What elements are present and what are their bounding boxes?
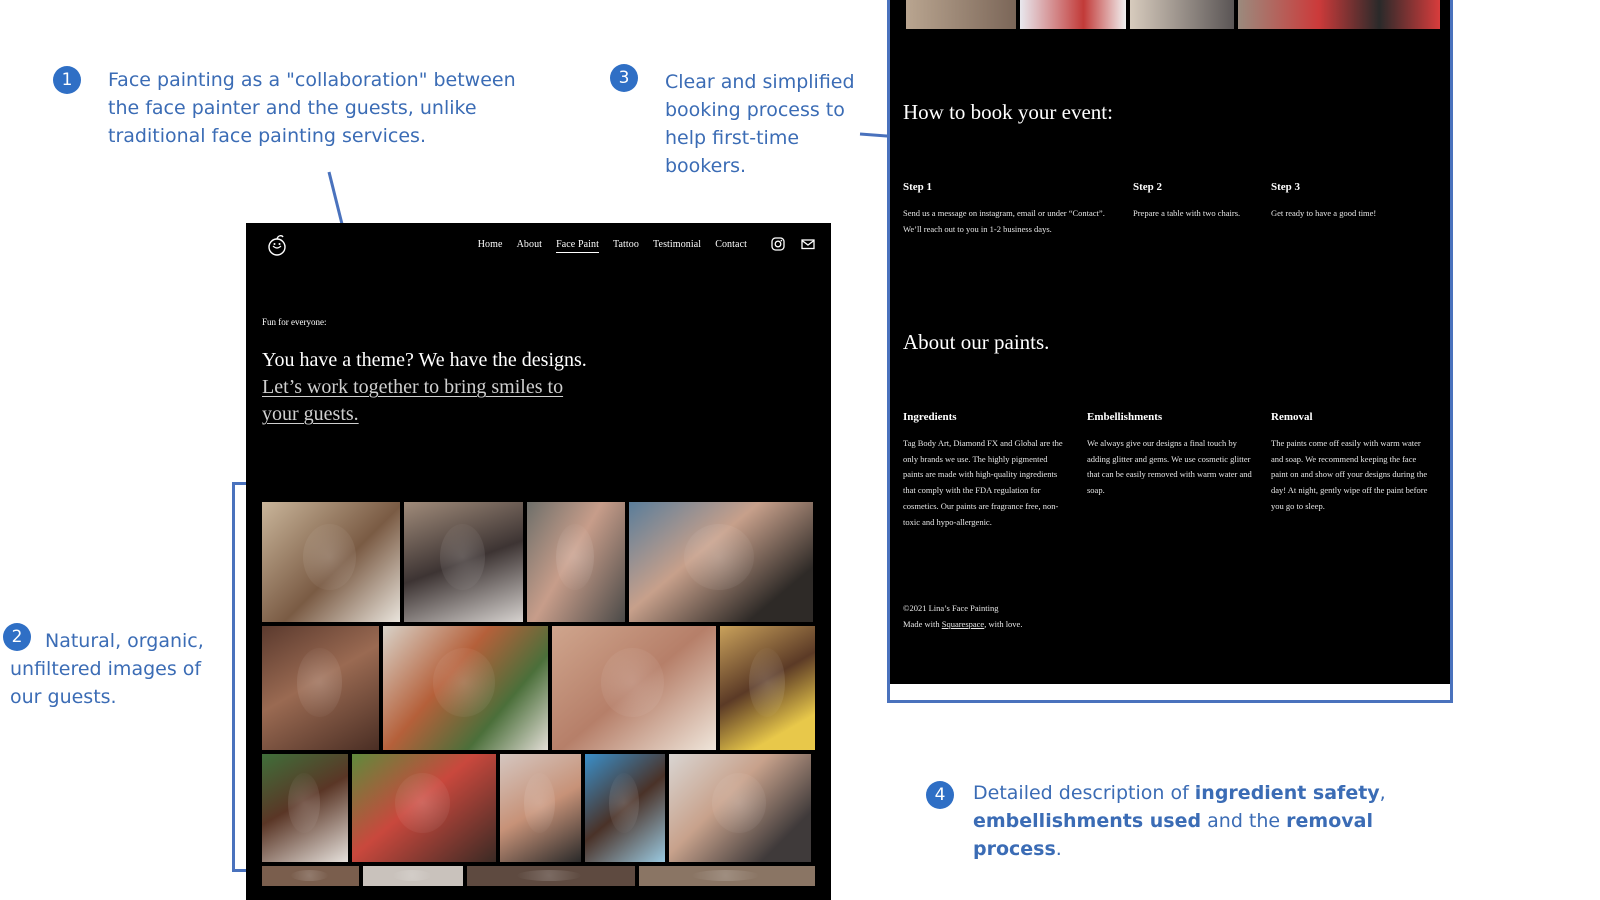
booking-page: How to book your event: Step 1 Send us a… (887, 0, 1453, 703)
annotation-badge-1: 1 (53, 66, 81, 94)
annotation-1: Face painting as a "collaboration" betwe… (108, 69, 516, 147)
gallery-photo[interactable] (363, 866, 463, 886)
gallery-photo[interactable] (669, 754, 811, 862)
squarespace-link[interactable]: Squarespace (942, 619, 984, 629)
photo-gallery (262, 502, 815, 890)
gallery-photo[interactable] (1238, 0, 1440, 29)
ingredients-title: Ingredients (903, 411, 957, 423)
annotation-4-text-4: . (1055, 838, 1062, 860)
annotation-4-text-3: and the (1201, 810, 1287, 832)
step-1-text: Send us a message on instagram, email or… (903, 208, 1105, 234)
booking-heading: How to book your event: (903, 100, 1113, 124)
footer-copyright: ©2021 Lina’s Face Painting (903, 603, 999, 613)
annotation-2-text: Natural, organic, unfiltered images of o… (10, 630, 204, 708)
gallery-photo[interactable] (383, 626, 548, 750)
annotation-2: Natural, organic, unfiltered images of o… (10, 627, 225, 711)
annotation-4-bold-2: embellishments used (973, 810, 1202, 832)
instagram-icon[interactable] (771, 237, 785, 251)
gallery-photo[interactable] (552, 626, 716, 750)
footer-made-with: Made with Squarespace, with love. (903, 616, 1203, 632)
step-2-text: Prepare a table with two chairs. (1133, 208, 1241, 218)
annotation-badge-3: 3 (610, 64, 638, 92)
removal-text: The paints come off easily with warm wat… (1271, 438, 1428, 511)
annotation-4: Detailed description of ingredient safet… (973, 779, 1443, 863)
gallery-photo[interactable] (262, 626, 379, 750)
gallery-photo[interactable] (1020, 0, 1126, 29)
annotation-4-bold-1: ingredient safety (1194, 782, 1380, 804)
annotation-4-text-2: , (1379, 782, 1386, 804)
eyebrow-text: Fun for everyone: (262, 317, 327, 327)
gallery-photo[interactable] (500, 754, 581, 862)
gallery-photo[interactable] (352, 754, 496, 862)
face-paint-page: Home About Face Paint Tattoo Testimonial… (246, 223, 831, 900)
gallery-photo[interactable] (629, 502, 813, 622)
removal-title: Removal (1271, 411, 1313, 423)
social-icons (771, 237, 815, 251)
nav-about[interactable]: About (517, 239, 543, 253)
ingredients-text: Tag Body Art, Diamond FX and Global are … (903, 438, 1063, 527)
nav-contact[interactable]: Contact (715, 239, 747, 253)
annotation-badge-4: 4 (926, 781, 954, 809)
gallery-photo[interactable] (1130, 0, 1234, 29)
gallery-photo[interactable] (466, 866, 636, 886)
step-3-text: Get ready to have a good time! (1271, 208, 1377, 218)
step-1-title: Step 1 (903, 181, 933, 193)
footer-tail-text: , with love. (984, 619, 1023, 629)
gallery-photo[interactable] (906, 0, 1016, 29)
annotation-3: Clear and simplified booking process to … (665, 71, 855, 177)
gallery-photo[interactable] (262, 754, 348, 862)
logo-icon[interactable] (266, 233, 288, 257)
footer: ©2021 Lina’s Face Painting Made with Squ… (903, 600, 1203, 632)
main-nav: Home About Face Paint Tattoo Testimonial… (478, 239, 747, 253)
paints-heading: About our paints. (903, 330, 1050, 354)
annotation-4-text-1: Detailed description of (973, 782, 1195, 804)
gallery-photo[interactable] (527, 502, 625, 622)
page-bottom-strip (890, 684, 1450, 700)
nav-testimonial[interactable]: Testimonial (653, 239, 701, 253)
footer-made-text: Made with (903, 619, 942, 629)
nav-tattoo[interactable]: Tattoo (613, 239, 639, 253)
headline-link[interactable]: Let’s work together to bring smiles to y… (262, 376, 563, 425)
gallery-photo[interactable] (262, 866, 360, 886)
gallery-photo[interactable] (404, 502, 523, 622)
nav-face-paint[interactable]: Face Paint (556, 239, 599, 253)
step-2-title: Step 2 (1133, 181, 1163, 193)
gallery-photo[interactable] (262, 502, 400, 622)
gallery-photo[interactable] (639, 866, 815, 886)
mail-icon[interactable] (801, 237, 815, 251)
step-3-title: Step 3 (1271, 181, 1301, 193)
embellishments-text: We always give our designs a final touch… (1087, 438, 1252, 496)
headline-text: You have a theme? We have the designs. (262, 349, 587, 371)
embellishments-title: Embellishments (1087, 411, 1163, 423)
gallery-photo[interactable] (585, 754, 665, 862)
nav-home[interactable]: Home (478, 239, 503, 253)
gallery-photo[interactable] (720, 626, 815, 750)
page-headline: You have a theme? We have the designs. L… (262, 347, 592, 428)
top-photo-strip (906, 0, 1440, 29)
